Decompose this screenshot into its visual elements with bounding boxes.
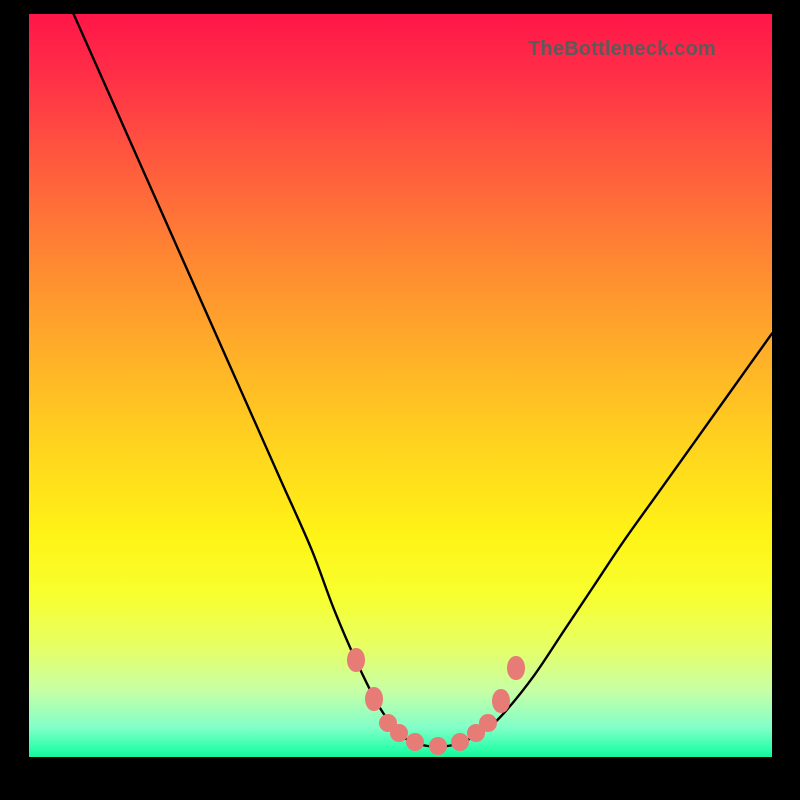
data-marker: [507, 656, 525, 680]
data-marker: [492, 689, 510, 713]
data-marker: [390, 724, 408, 742]
chart-frame: TheBottleneck.com: [0, 0, 800, 800]
data-marker: [429, 737, 447, 755]
data-marker: [451, 733, 469, 751]
data-marker: [479, 714, 497, 732]
data-marker: [365, 687, 383, 711]
data-marker: [347, 648, 365, 672]
plot-area: TheBottleneck.com: [29, 14, 772, 757]
bottleneck-curve: [29, 14, 772, 757]
data-marker: [406, 733, 424, 751]
